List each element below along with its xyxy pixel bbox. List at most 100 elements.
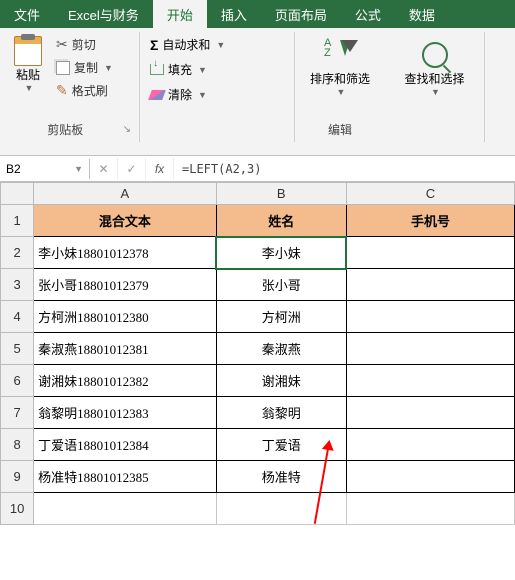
cell[interactable]: 翁黎明18801012383: [34, 397, 216, 429]
table-row: 1 混合文本 姓名 手机号: [1, 205, 515, 237]
row-header[interactable]: 9: [1, 461, 34, 493]
cell[interactable]: 秦淑燕18801012381: [34, 333, 216, 365]
cell[interactable]: 谢湘妹18801012382: [34, 365, 216, 397]
sort-filter-label: 排序和筛选: [310, 70, 370, 87]
dialog-launcher-icon[interactable]: ↘: [123, 124, 131, 135]
fill-label: 填充: [168, 61, 192, 78]
fill-button[interactable]: 填充 ▼: [148, 59, 286, 80]
cell[interactable]: 杨准特: [216, 461, 346, 493]
name-box[interactable]: B2 ▼: [0, 159, 90, 179]
grid[interactable]: A B C 1 混合文本 姓名 手机号 2 李小妹18801012378 李小妹…: [0, 182, 515, 525]
cell[interactable]: 谢湘妹: [216, 365, 346, 397]
table-row: 4 方柯洲18801012380 方柯洲: [1, 301, 515, 333]
autosum-label: 自动求和: [162, 36, 210, 53]
cell[interactable]: [346, 237, 514, 269]
cell[interactable]: 混合文本: [34, 205, 216, 237]
tab-layout[interactable]: 页面布局: [261, 0, 341, 28]
cell[interactable]: [346, 365, 514, 397]
group-find: 查找和选择 ▼: [385, 32, 485, 142]
group-sort: AZ 排序和筛选 ▼ 编辑: [295, 32, 385, 142]
row-header[interactable]: 4: [1, 301, 34, 333]
table-row: 8 丁爱语18801012384 丁爱语: [1, 429, 515, 461]
row-header[interactable]: 7: [1, 397, 34, 429]
cell[interactable]: [34, 493, 216, 525]
cell[interactable]: 姓名: [216, 205, 346, 237]
paste-label: 粘贴: [16, 66, 40, 83]
chevron-down-icon: ▼: [198, 65, 207, 75]
tab-data[interactable]: 数据: [395, 0, 449, 28]
tab-insert[interactable]: 插入: [207, 0, 261, 28]
tab-home[interactable]: 开始: [153, 0, 207, 28]
row-header[interactable]: 8: [1, 429, 34, 461]
format-painter-button[interactable]: ✎ 格式刷: [54, 80, 115, 101]
tab-formula[interactable]: 公式: [341, 0, 395, 28]
row-header[interactable]: 1: [1, 205, 34, 237]
copy-icon: [56, 61, 70, 75]
cell[interactable]: 翁黎明: [216, 397, 346, 429]
table-row: 7 翁黎明18801012383 翁黎明: [1, 397, 515, 429]
find-select-button[interactable]: 查找和选择 ▼: [393, 34, 476, 101]
table-row: 9 杨准特18801012385 杨准特: [1, 461, 515, 493]
cell[interactable]: [216, 493, 346, 525]
formula-input[interactable]: =LEFT(A2,3): [174, 159, 515, 179]
table-row: 5 秦淑燕18801012381 秦淑燕: [1, 333, 515, 365]
cut-button[interactable]: ✂ 剪切: [54, 34, 115, 55]
cell[interactable]: [346, 493, 514, 525]
cell[interactable]: [346, 269, 514, 301]
cell[interactable]: [346, 301, 514, 333]
table-row: 6 谢湘妹18801012382 谢湘妹: [1, 365, 515, 397]
magnifier-icon: [422, 42, 448, 68]
cell[interactable]: 李小妹18801012378: [34, 237, 216, 269]
tab-excel-finance[interactable]: Excel与财务: [54, 0, 153, 28]
cell[interactable]: [346, 429, 514, 461]
table-row: 10: [1, 493, 515, 525]
clear-button[interactable]: 清除 ▼: [148, 84, 286, 105]
ribbon: 粘贴 ▼ ✂ 剪切 复制 ▼ ✎ 格式刷: [0, 28, 515, 156]
chevron-down-icon: ▼: [25, 83, 34, 93]
format-painter-label: 格式刷: [72, 82, 108, 99]
formula-bar: B2 ▼ ✕ ✓ fx =LEFT(A2,3): [0, 156, 515, 182]
row-header[interactable]: 2: [1, 237, 34, 269]
row-header[interactable]: 5: [1, 333, 34, 365]
copy-button[interactable]: 复制 ▼: [54, 57, 115, 78]
clear-label: 清除: [168, 86, 192, 103]
cell[interactable]: 丁爱语18801012384: [34, 429, 216, 461]
group-label-editing: 编辑: [303, 119, 377, 140]
cell[interactable]: 杨准特18801012385: [34, 461, 216, 493]
cell[interactable]: 方柯洲18801012380: [34, 301, 216, 333]
col-header-b[interactable]: B: [216, 183, 346, 205]
cell[interactable]: [346, 397, 514, 429]
tab-file[interactable]: 文件: [0, 0, 54, 28]
formula-cancel-button[interactable]: ✕: [90, 158, 118, 180]
sort-filter-button[interactable]: AZ 排序和筛选 ▼: [303, 34, 377, 101]
clipboard-icon: [14, 36, 42, 66]
eraser-icon: [148, 90, 166, 100]
cut-label: 剪切: [72, 36, 96, 53]
cell[interactable]: [346, 333, 514, 365]
col-header-a[interactable]: A: [34, 183, 216, 205]
chevron-down-icon: ▼: [104, 63, 113, 73]
sigma-icon: Σ: [150, 37, 158, 53]
col-header-c[interactable]: C: [346, 183, 514, 205]
paste-button[interactable]: 粘贴 ▼: [8, 34, 48, 101]
cell[interactable]: 手机号: [346, 205, 514, 237]
chevron-down-icon: ▼: [337, 87, 346, 97]
fx-button[interactable]: fx: [146, 158, 174, 180]
cell[interactable]: 方柯洲: [216, 301, 346, 333]
cell-selected[interactable]: 李小妹: [216, 237, 346, 269]
autosum-button[interactable]: Σ 自动求和 ▼: [148, 34, 286, 55]
select-all-corner[interactable]: [1, 183, 34, 205]
cell[interactable]: [346, 461, 514, 493]
cell[interactable]: 张小哥18801012379: [34, 269, 216, 301]
cell[interactable]: 张小哥: [216, 269, 346, 301]
row-header[interactable]: 3: [1, 269, 34, 301]
cell[interactable]: 秦淑燕: [216, 333, 346, 365]
row-header[interactable]: 6: [1, 365, 34, 397]
copy-label: 复制: [74, 59, 98, 76]
formula-confirm-button[interactable]: ✓: [118, 158, 146, 180]
name-box-value: B2: [6, 162, 21, 176]
sort-filter-icon: AZ: [324, 38, 356, 70]
brush-icon: ✎: [56, 82, 68, 99]
chevron-down-icon: ▼: [216, 40, 225, 50]
row-header[interactable]: 10: [1, 493, 34, 525]
